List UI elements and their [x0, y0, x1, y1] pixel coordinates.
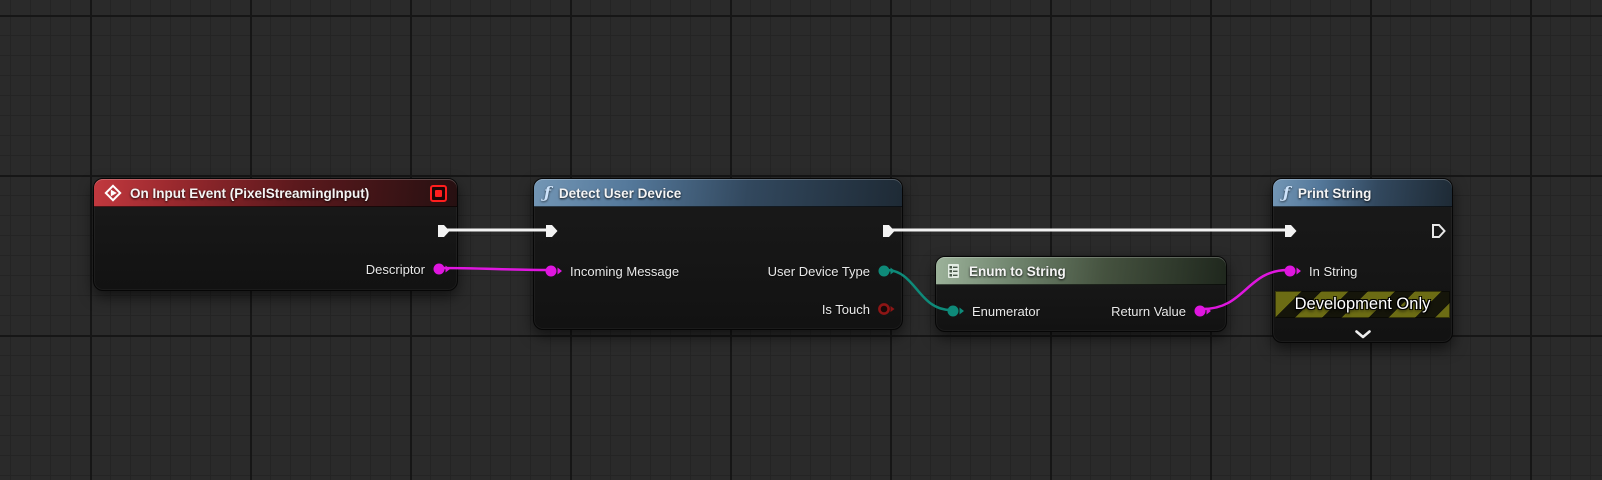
development-only-banner: Development Only	[1275, 291, 1450, 318]
node-enum-to-string[interactable]: Enum to String Enumerator Return Value	[935, 256, 1227, 332]
exec-pin-icon	[546, 225, 558, 237]
data-pin-icon	[1284, 265, 1301, 277]
data-pin-icon	[1194, 305, 1211, 317]
enumerator-input-pin[interactable]: Enumerator	[946, 299, 1040, 323]
is-touch-output-pin[interactable]: Is Touch	[822, 297, 896, 321]
development-only-text: Development Only	[1294, 295, 1431, 313]
exec-pin-hollow-icon	[1432, 224, 1446, 238]
data-pin-icon	[947, 305, 964, 317]
exec-pin-icon	[883, 225, 895, 237]
incoming-message-input-pin[interactable]: Incoming Message	[544, 259, 679, 283]
node-title: Enum to String	[969, 263, 1066, 279]
return-value-output-pin[interactable]: Return Value	[1111, 299, 1212, 323]
node-detect-user-device[interactable]: ƒ Detect User Device Incoming Message Us…	[533, 178, 903, 330]
exec-output-pin-unconnected[interactable]	[1431, 219, 1446, 243]
node-title: Print String	[1297, 185, 1372, 201]
data-pin-icon	[433, 263, 450, 275]
event-diamond-icon	[104, 184, 122, 202]
pin-label: Return Value	[1111, 303, 1186, 319]
blueprint-graph-canvas[interactable]: On Input Event (PixelStreamingInput) Des…	[0, 0, 1602, 480]
exec-output-pin[interactable]	[881, 219, 896, 243]
exec-output-pin[interactable]	[436, 219, 451, 243]
pin-label: Enumerator	[972, 303, 1040, 319]
function-icon: ƒ	[544, 183, 551, 202]
pin-label: User Device Type	[767, 263, 870, 279]
input-event-indicator-icon	[430, 184, 447, 202]
pin-label: Is Touch	[821, 301, 870, 317]
node-title: On Input Event (PixelStreamingInput)	[130, 185, 370, 201]
descriptor-output-pin[interactable]: Descriptor	[366, 257, 451, 281]
data-pin-icon	[545, 265, 562, 277]
user-device-type-output-pin[interactable]: User Device Type	[768, 259, 896, 283]
function-icon: ƒ	[1283, 183, 1290, 202]
node-header[interactable]: ƒ Detect User Device	[534, 179, 902, 207]
bool-pin-icon	[878, 303, 895, 315]
data-pin-icon	[878, 265, 895, 277]
node-header[interactable]: ƒ Print String	[1273, 179, 1452, 207]
node-header[interactable]: Enum to String	[936, 257, 1226, 285]
exec-pin-icon	[438, 225, 450, 237]
chevron-down-icon	[1354, 329, 1371, 338]
node-on-input-event[interactable]: On Input Event (PixelStreamingInput) Des…	[93, 178, 458, 291]
node-header[interactable]: On Input Event (PixelStreamingInput)	[94, 179, 457, 207]
enum-list-icon	[948, 264, 959, 278]
exec-pin-icon	[1285, 225, 1297, 237]
exec-input-pin[interactable]	[544, 219, 559, 243]
pin-label: Incoming Message	[570, 263, 680, 279]
pin-label: Descriptor	[365, 261, 425, 277]
node-title: Detect User Device	[558, 185, 682, 201]
node-print-string[interactable]: ƒ Print String In String Development Onl…	[1272, 178, 1453, 343]
in-string-input-pin[interactable]: In String	[1283, 259, 1357, 283]
exec-input-pin[interactable]	[1283, 219, 1298, 243]
pin-label: In String	[1309, 263, 1358, 279]
expand-advanced-pins-chevron[interactable]	[1354, 329, 1372, 339]
